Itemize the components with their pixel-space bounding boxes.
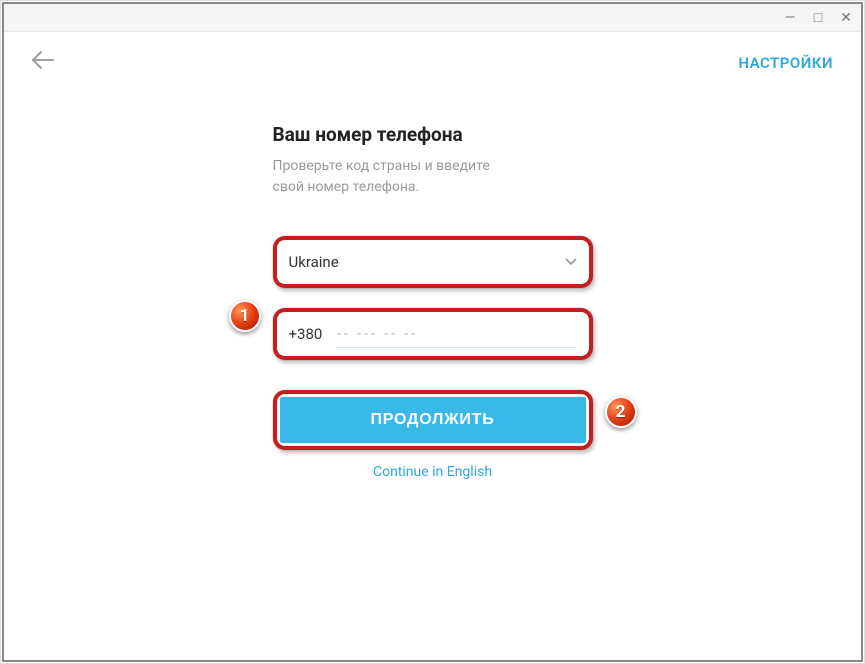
minimize-button[interactable]: — (783, 11, 797, 25)
phone-input[interactable] (336, 320, 576, 348)
continue-button-highlight: ПРОДОЛЖИТЬ (273, 390, 593, 450)
page-title: Ваш номер телефона (273, 123, 593, 146)
phone-row: +380 (279, 314, 587, 354)
fields-group: 1 Ukraine +380 (273, 236, 593, 360)
annotation-badge-1: 1 (229, 300, 261, 332)
country-select[interactable]: Ukraine (279, 242, 587, 282)
close-window-button[interactable]: ✕ (839, 11, 853, 25)
top-bar: НАСТРОЙКИ (4, 32, 861, 83)
phone-prefix: +380 (289, 325, 337, 343)
maximize-button[interactable]: □ (811, 11, 825, 25)
window-titlebar: — □ ✕ (4, 4, 861, 32)
settings-link[interactable]: НАСТРОЙКИ (738, 54, 833, 72)
phone-input-highlight: +380 (273, 308, 593, 360)
language-link[interactable]: Continue in English (273, 464, 593, 480)
app-window: — □ ✕ НАСТРОЙКИ Ваш номер телефона Прове… (2, 2, 863, 662)
annotation-badge-2: 2 (605, 396, 637, 428)
page-subtitle: Проверьте код страны и введите свой номе… (273, 156, 593, 198)
subtitle-line: Проверьте код страны и введите (273, 158, 490, 174)
subtitle-line: свой номер телефона. (273, 179, 420, 195)
chevron-down-icon (565, 255, 577, 270)
country-name: Ukraine (289, 253, 339, 271)
country-select-highlight: Ukraine (273, 236, 593, 288)
back-arrow-icon[interactable] (32, 50, 54, 75)
button-group: 2 ПРОДОЛЖИТЬ (273, 390, 593, 450)
login-form: Ваш номер телефона Проверьте код страны … (273, 123, 593, 480)
continue-button[interactable]: ПРОДОЛЖИТЬ (280, 397, 586, 443)
